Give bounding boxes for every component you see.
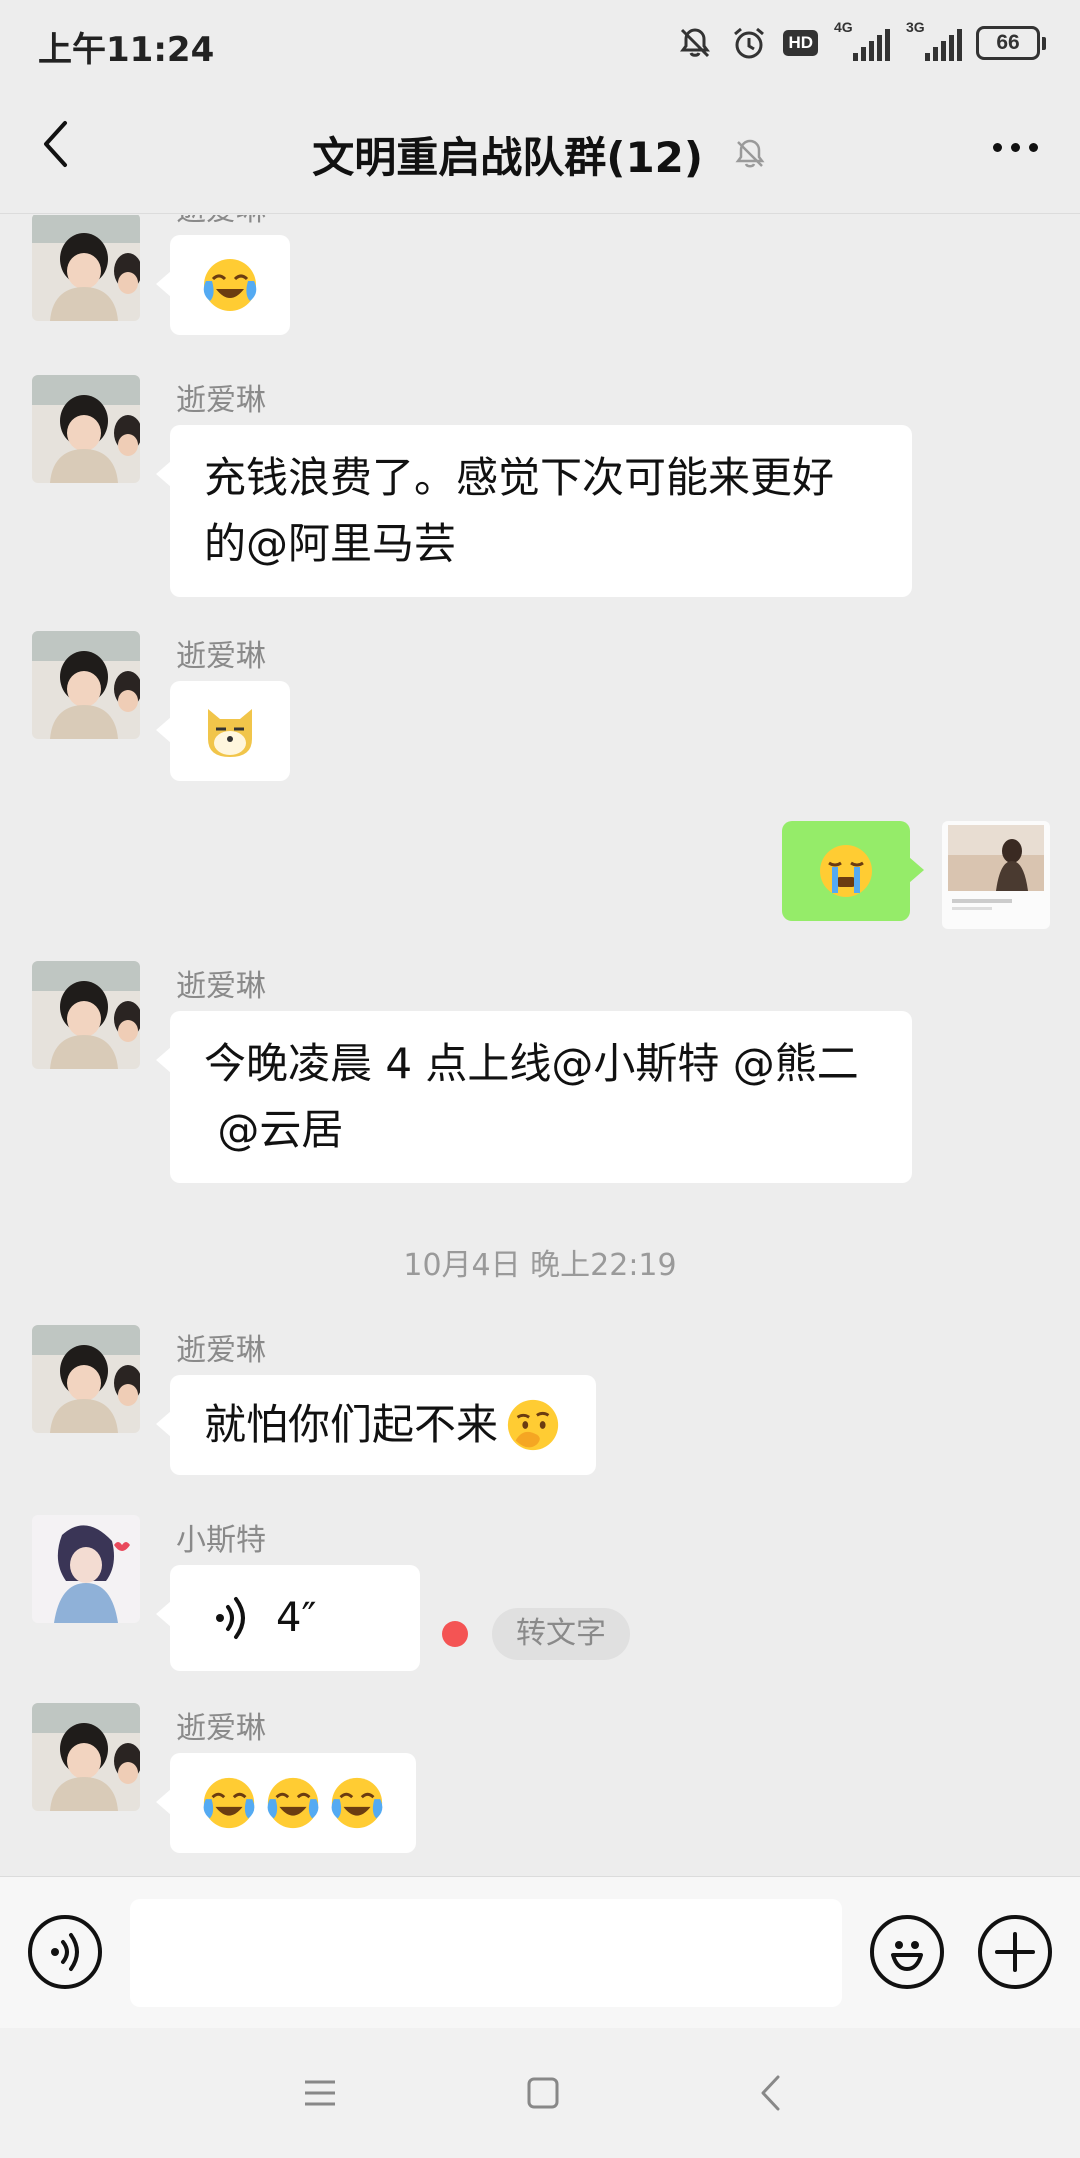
sender-name: 逝爱琳 [176, 1333, 266, 1368]
back-chevron-icon [761, 2075, 780, 2111]
avatar[interactable] [32, 375, 140, 483]
voice-wave-icon [51, 1933, 79, 1971]
voice-duration: 4″ [276, 1595, 317, 1641]
signal-4g-label: 4G [834, 19, 853, 35]
back-nav-button[interactable] [740, 2068, 800, 2118]
smiley-icon [891, 1941, 923, 1971]
message-text: 就怕你们起不来 [204, 1400, 499, 1449]
message-input[interactable] [130, 1899, 842, 2007]
back-arrow-icon [44, 121, 67, 167]
home-nav-button[interactable] [513, 2068, 573, 2118]
crying-laughing-emoji-icon [267, 1777, 319, 1829]
status-bar: 上午11:24 HD 4G 3G 66 [0, 0, 1080, 84]
message-text-line: 今晚凌晨 4 点上线@小斯特 @熊二 [204, 1039, 859, 1088]
time-separator: 10月4日 晚上22:19 [403, 1248, 677, 1283]
chat-title-text: 文明重启战队群(12) [312, 133, 704, 182]
input-bar [0, 1876, 1080, 2028]
sender-name: 逝爱琳 [176, 215, 266, 229]
alarm-icon [729, 23, 769, 63]
more-functions-button[interactable] [978, 1915, 1052, 1989]
sender-name: 逝爱琳 [176, 969, 266, 1004]
message-bubble[interactable]: 充钱浪费了。感觉下次可能来更好 的@阿里马芸 [156, 425, 912, 597]
message-bubble[interactable]: 今晚凌晨 4 点上线@小斯特 @熊二 @云居 [156, 1011, 912, 1183]
message-bubble[interactable] [156, 1753, 416, 1853]
voice-wave-icon [216, 1597, 245, 1639]
avatar[interactable] [32, 961, 140, 1069]
doge-emoji-icon [208, 709, 252, 757]
system-nav-bar [0, 2028, 1080, 2158]
status-icons: HD 4G 3G 66 [675, 19, 1046, 66]
chat-header: 文明重启战队群(12) [0, 84, 1080, 214]
menu-icon [305, 2080, 335, 2106]
sender-name: 小斯特 [176, 1523, 266, 1558]
crying-emoji-icon [820, 845, 872, 897]
unread-dot [442, 1621, 468, 1647]
crying-laughing-emoji-icon [203, 259, 257, 311]
signal-3g-icon: 3G [904, 19, 962, 63]
chat-title: 文明重启战队群(12) [120, 124, 960, 185]
mute-bell-icon [732, 133, 768, 182]
message-list[interactable]: 逝爱琳 逝爱琳 充钱浪费了。感觉下次可能来更好 的@阿里马芸 逝爱琳 [0, 215, 1080, 1875]
signal-4g-icon: 4G [832, 19, 890, 63]
my-avatar[interactable] [942, 821, 1050, 929]
crying-laughing-emoji-icon [203, 1777, 255, 1829]
menu-nav-button[interactable] [290, 2068, 350, 2118]
avatar[interactable] [32, 1703, 140, 1811]
hd-badge: HD [783, 30, 818, 56]
message-text-line: 充钱浪费了。感觉下次可能来更好 [204, 453, 835, 502]
signal-3g-label: 3G [906, 19, 925, 35]
crying-laughing-emoji-icon [331, 1777, 383, 1829]
message-text-line: 的@阿里马芸 [204, 519, 457, 568]
notification-off-icon [675, 23, 715, 63]
back-button[interactable] [30, 114, 80, 174]
avatar[interactable] [32, 1515, 140, 1623]
message-bubble[interactable]: 就怕你们起不来 [155, 1375, 597, 1475]
avatar[interactable] [32, 631, 140, 739]
more-options-button[interactable] [980, 124, 1050, 170]
avatar[interactable] [32, 215, 140, 321]
status-time: 上午11:24 [38, 30, 215, 70]
sender-name: 逝爱琳 [176, 639, 266, 674]
sender-name: 逝爱琳 [176, 383, 266, 418]
message-bubble[interactable] [782, 821, 924, 921]
battery-icon: 66 [976, 26, 1046, 60]
sender-name: 逝爱琳 [176, 1711, 266, 1746]
voice-message-bubble[interactable]: 4″ [156, 1565, 420, 1671]
emoji-button[interactable] [870, 1915, 944, 1989]
home-square-icon [527, 2077, 559, 2109]
voice-input-button[interactable] [28, 1915, 102, 1989]
convert-to-text-button[interactable]: 转文字 [492, 1608, 630, 1660]
thinking-emoji-icon [507, 1399, 559, 1451]
plus-icon [995, 1932, 1035, 1972]
avatar[interactable] [32, 1325, 140, 1433]
message-text-line: @云居 [204, 1105, 344, 1154]
message-bubble[interactable] [156, 681, 290, 781]
message-bubble[interactable] [156, 235, 290, 335]
battery-level: 66 [976, 26, 1040, 60]
